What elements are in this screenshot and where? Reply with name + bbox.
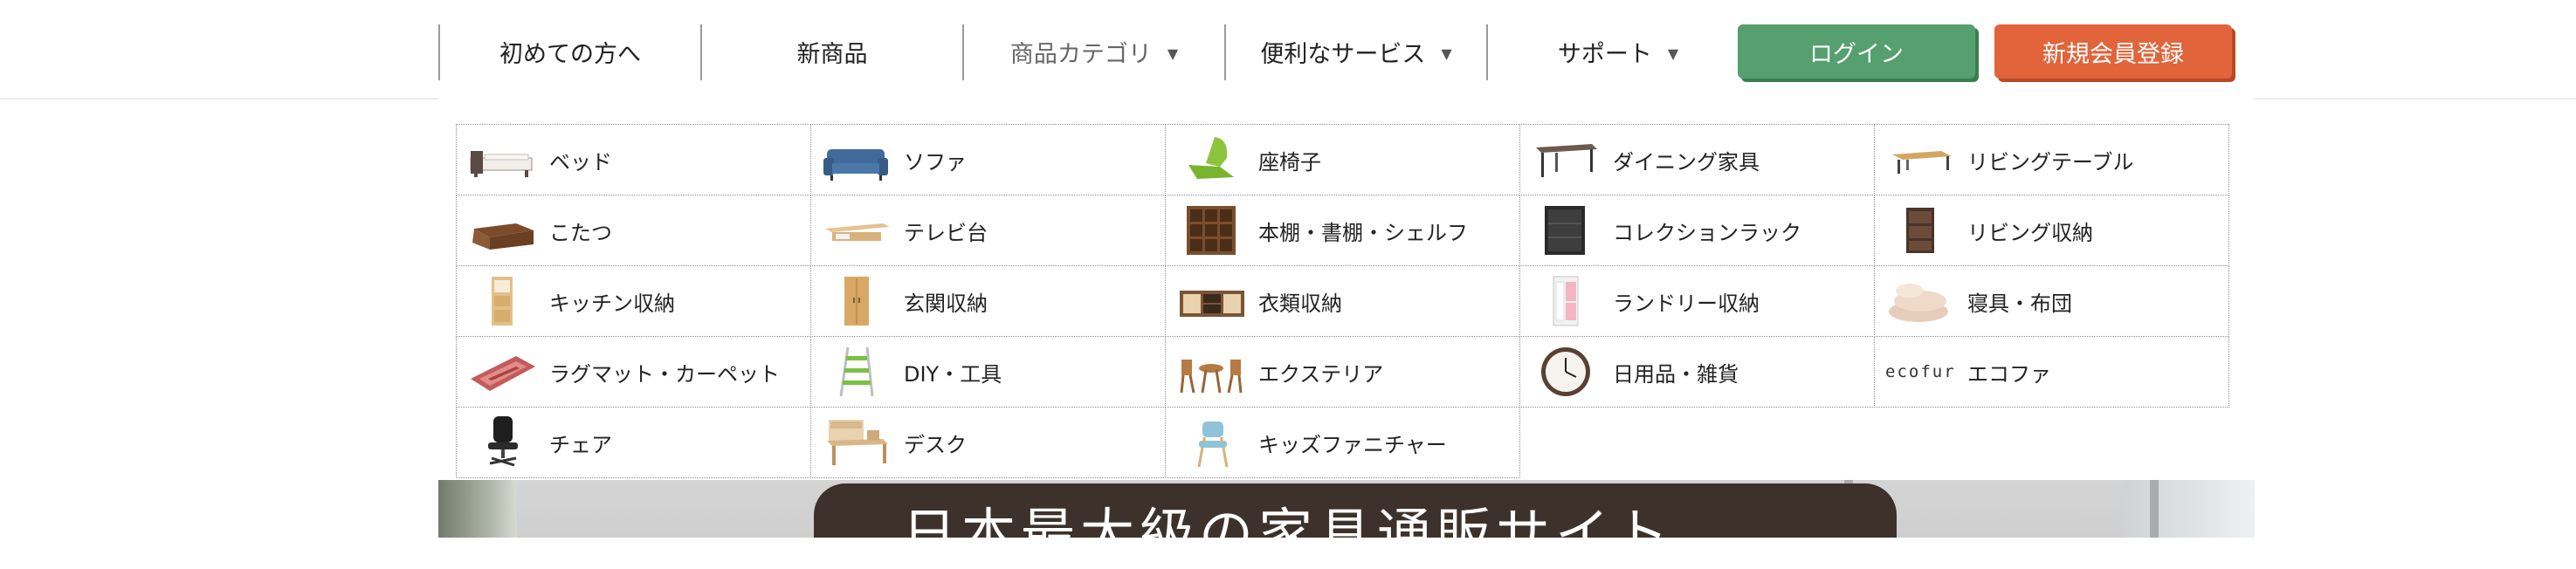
bookshelf-icon xyxy=(1176,202,1246,258)
category-entrance-storage[interactable]: 玄関収納 xyxy=(810,265,1166,337)
nav-services-label: 便利なサービス xyxy=(1260,40,1426,68)
category-laundry-storage[interactable]: ランドリー収納 xyxy=(1519,265,1875,337)
collection-rack-icon xyxy=(1531,202,1601,258)
category-label: ベッド xyxy=(549,149,612,175)
category-label: エクステリア xyxy=(1258,361,1384,387)
category-label: 座椅子 xyxy=(1258,149,1321,175)
office-chair-icon xyxy=(467,415,537,470)
category-tv-stand[interactable]: テレビ台 xyxy=(810,195,1166,266)
clothes-storage-icon xyxy=(1176,273,1246,329)
category-dining[interactable]: ダイニング家具 xyxy=(1519,124,1875,195)
ecofur-logo-text: ecofur xyxy=(1885,362,1956,381)
ladder-icon xyxy=(822,344,892,400)
dining-table-icon xyxy=(1531,132,1601,188)
category-sofa[interactable]: ソファ xyxy=(810,124,1166,195)
category-living-table[interactable]: リビングテーブル xyxy=(1874,124,2229,195)
garden-furniture-icon xyxy=(1176,344,1246,400)
category-daily-goods[interactable]: 日用品・雑貨 xyxy=(1519,336,1875,408)
category-kotatsu[interactable]: こたつ xyxy=(456,195,811,266)
nav-categories[interactable]: 商品カテゴリ ▼ xyxy=(964,23,1224,80)
register-button[interactable]: 新規会員登録 xyxy=(1994,24,2232,79)
category-label: ソファ xyxy=(904,149,967,175)
category-futon[interactable]: 寝具・布団 xyxy=(1874,265,2229,337)
category-label: ランドリー収納 xyxy=(1613,291,1760,316)
category-kids[interactable]: キッズファニチャー xyxy=(1165,407,1520,478)
category-label: キッズファニチャー xyxy=(1258,432,1447,457)
category-label: デスク xyxy=(904,432,967,457)
rug-icon xyxy=(467,344,537,400)
category-label: キッチン収納 xyxy=(549,291,675,316)
login-button[interactable]: ログイン xyxy=(1738,24,1975,79)
living-storage-icon xyxy=(1885,202,1955,258)
nav-categories-label: 商品カテゴリ xyxy=(1009,40,1152,68)
category-label: ダイニング家具 xyxy=(1613,149,1760,175)
category-label: コレクションラック xyxy=(1613,220,1801,245)
chevron-down-icon: ▼ xyxy=(1441,45,1452,62)
header: 初めての方へ 新商品 商品カテゴリ ▼ 便利なサービス ▼ サポート ▼ ログイ… xyxy=(0,0,2576,99)
kotatsu-icon xyxy=(467,202,537,258)
category-ecofur[interactable]: ecofur エコファ xyxy=(1874,336,2229,408)
nav-first-time-label: 初めての方へ xyxy=(499,40,641,68)
category-rug[interactable]: ラグマット・カーペット xyxy=(456,336,811,408)
sofa-icon xyxy=(822,132,892,188)
category-label: テレビ台 xyxy=(904,220,988,245)
category-bookshelf[interactable]: 本棚・書棚・シェルフ xyxy=(1165,195,1520,266)
laundry-storage-icon xyxy=(1531,273,1601,329)
category-label: こたつ xyxy=(549,220,612,245)
futon-icon xyxy=(1885,273,1955,329)
category-diy[interactable]: DIY・工具 xyxy=(810,336,1166,408)
category-kitchen-storage[interactable]: キッチン収納 xyxy=(456,265,811,337)
category-label: 日用品・雑貨 xyxy=(1613,361,1739,387)
category-desk[interactable]: デスク xyxy=(810,407,1166,478)
entrance-storage-icon xyxy=(822,273,892,329)
category-label: 衣類収納 xyxy=(1258,291,1342,316)
living-table-icon xyxy=(1885,132,1955,188)
clock-icon xyxy=(1531,344,1601,400)
category-label: 本棚・書棚・シェルフ xyxy=(1258,220,1468,245)
category-living-storage[interactable]: リビング収納 xyxy=(1874,195,2229,266)
category-floor-chair[interactable]: 座椅子 xyxy=(1165,124,1520,195)
nav-support[interactable]: サポート ▼ xyxy=(1488,23,1748,80)
chevron-down-icon: ▼ xyxy=(1667,45,1679,62)
bed-icon xyxy=(467,132,537,188)
category-label: リビングテーブル xyxy=(1967,149,2134,175)
category-label: エコファ xyxy=(1967,361,2051,387)
category-exterior[interactable]: エクステリア xyxy=(1165,336,1520,408)
nav-new-products[interactable]: 新商品 xyxy=(702,23,962,80)
nav-new-products-label: 新商品 xyxy=(796,40,868,68)
category-label: DIY・工具 xyxy=(904,361,1002,387)
category-label: リビング収納 xyxy=(1967,220,2093,245)
nav-services[interactable]: 便利なサービス ▼ xyxy=(1226,23,1486,80)
floor-chair-icon xyxy=(1176,132,1246,188)
tv-stand-icon xyxy=(822,202,892,258)
kids-chair-icon xyxy=(1176,415,1246,470)
nav-support-label: サポート xyxy=(1557,40,1652,68)
desk-icon xyxy=(822,415,892,470)
category-label: 寝具・布団 xyxy=(1967,291,2072,316)
category-chair[interactable]: チェア xyxy=(456,407,811,478)
chevron-down-icon: ▼ xyxy=(1167,45,1179,62)
category-bed[interactable]: ベッド xyxy=(456,124,811,195)
category-clothes-storage[interactable]: 衣類収納 xyxy=(1165,265,1520,337)
ecofur-logo: ecofur xyxy=(1885,344,1955,400)
category-dropdown: ベッド ソファ 座椅子 ダイニング家具 リビングテーブル こたつ テレビ台 本棚… xyxy=(438,98,2255,480)
category-label: チェア xyxy=(549,432,612,457)
nav-first-time[interactable]: 初めての方へ xyxy=(440,23,700,80)
category-label: 玄関収納 xyxy=(904,291,988,316)
hero-title: 日本最大級の家具通販サイト xyxy=(901,502,1674,566)
category-label: ラグマット・カーペット xyxy=(549,361,780,387)
category-collection-rack[interactable]: コレクションラック xyxy=(1519,195,1875,266)
kitchen-storage-icon xyxy=(467,273,537,329)
